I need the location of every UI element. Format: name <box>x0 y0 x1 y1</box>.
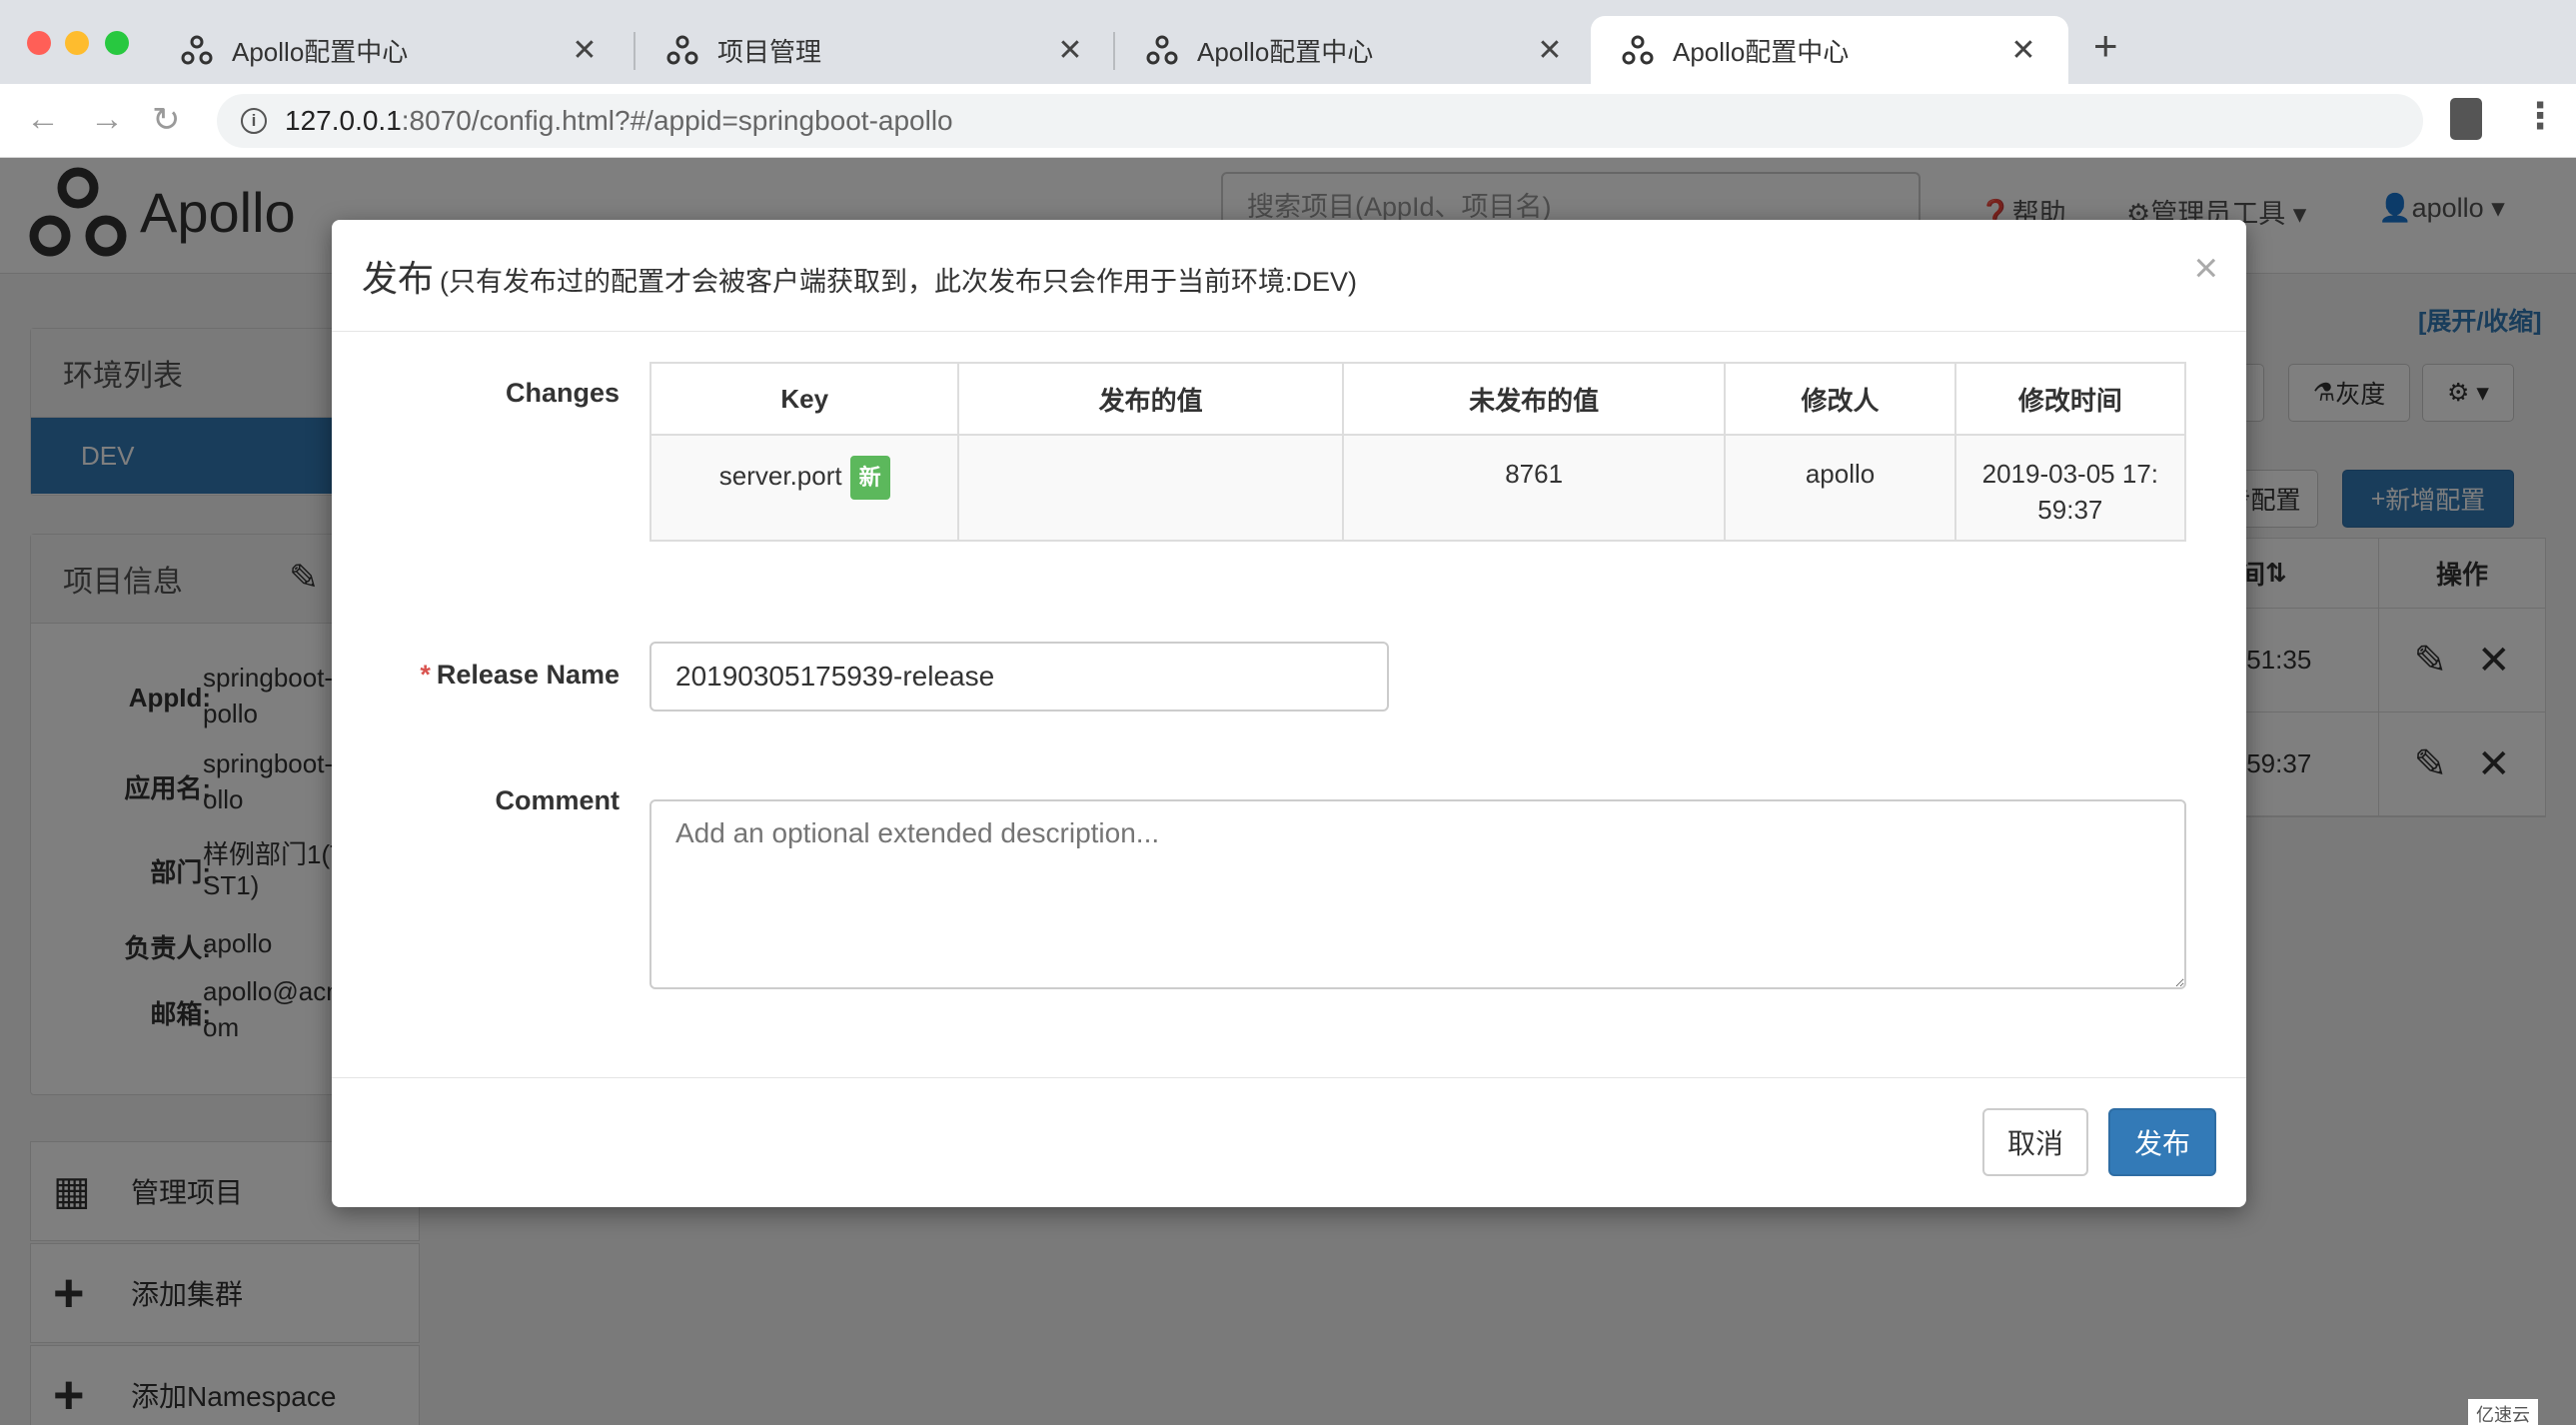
publish-modal: 发布 (只有发布过的配置才会被客户端获取到，此次发布只会作用于当前环境:DEV) … <box>332 220 2246 1207</box>
browser-tab-1[interactable]: Apollo配置中心 ✕ <box>150 16 630 84</box>
cell-key: server.port 新 <box>648 434 960 542</box>
tab-title: Apollo配置中心 <box>232 36 409 67</box>
changes-table: Key 发布的值 未发布的值 修改人 修改时间 server.port 新 876… <box>648 362 2187 542</box>
apollo-favicon-icon <box>1621 33 1655 67</box>
required-mark: * <box>420 660 431 690</box>
release-name-input[interactable]: 20190305175939-release <box>649 642 1389 712</box>
column-unreleased-value: 未发布的值 <box>1341 362 1727 436</box>
new-tab-icon[interactable]: + <box>2093 22 2118 70</box>
cell-modifier: apollo <box>1724 434 1956 542</box>
apollo-favicon-icon <box>665 33 699 67</box>
cell-modified-time: 2019-03-05 17: 59:37 <box>1953 434 2187 542</box>
changes-label: Changes <box>505 378 620 408</box>
browser-tab-2[interactable]: 项目管理 ✕ <box>636 16 1115 84</box>
new-badge: 新 <box>849 456 890 500</box>
clipboard-extension-icon[interactable] <box>2450 98 2482 140</box>
changes-table-header: Key 发布的值 未发布的值 修改人 修改时间 <box>648 362 2187 436</box>
reload-icon[interactable]: ↻ <box>152 100 181 140</box>
modal-footer: 取消 发布 <box>332 1077 2246 1207</box>
browser-menu-icon[interactable]: ⋮ <box>2522 98 2558 134</box>
column-key: Key <box>648 362 960 436</box>
comment-textarea[interactable] <box>649 799 2186 989</box>
table-row: server.port 新 8761 apollo 2019-03-05 17: 5… <box>648 434 2187 542</box>
modal-title-text: 发布 <box>362 258 435 299</box>
forward-arrow-icon[interactable]: → <box>90 100 124 139</box>
cell-released-value <box>957 434 1344 542</box>
column-modified-time: 修改时间 <box>1953 362 2187 436</box>
column-released-value: 发布的值 <box>957 362 1344 436</box>
address-bar[interactable]: i 127.0.0.1:8070/config.html?#/appid=spr… <box>217 94 2423 148</box>
key-text: server.port <box>718 460 842 491</box>
modal-header: 发布 (只有发布过的配置才会被客户端获取到，此次发布只会作用于当前环境:DEV) … <box>332 220 2246 332</box>
time-line-2: 59:37 <box>2037 495 2103 525</box>
close-icon[interactable]: × <box>2193 244 2218 292</box>
close-icon[interactable]: ✕ <box>1055 33 1085 68</box>
modal-title: 发布 (只有发布过的配置才会被客户端获取到，此次发布只会作用于当前环境:DEV) <box>362 250 1357 302</box>
window-close-button[interactable] <box>27 31 51 55</box>
tab-title: 项目管理 <box>717 36 822 67</box>
time-line-1: 2019-03-05 17: <box>1981 459 2159 489</box>
close-icon[interactable]: ✕ <box>570 33 600 68</box>
back-arrow-icon[interactable]: ← <box>26 100 60 139</box>
close-icon[interactable]: ✕ <box>1535 33 1565 68</box>
cancel-button[interactable]: 取消 <box>1982 1108 2088 1176</box>
tab-title: Apollo配置中心 <box>1197 36 1374 67</box>
url-text: 127.0.0.1:8070/config.html?#/appid=sprin… <box>285 105 953 137</box>
release-name-label-text: Release Name <box>436 660 620 690</box>
cell-unreleased-value: 8761 <box>1341 434 1727 542</box>
apollo-favicon-icon <box>1145 33 1179 67</box>
site-info-icon[interactable]: i <box>241 108 267 134</box>
comment-label: Comment <box>495 785 620 815</box>
apollo-favicon-icon <box>180 33 214 67</box>
window-zoom-button[interactable] <box>105 31 129 55</box>
url-host: 127.0.0.1 <box>285 105 402 136</box>
column-modifier: 修改人 <box>1724 362 1956 436</box>
window-minimize-button[interactable] <box>65 31 89 55</box>
browser-tab-3[interactable]: Apollo配置中心 ✕ <box>1115 16 1595 84</box>
browser-tab-bar: Apollo配置中心 ✕ 项目管理 ✕ Apollo配置中心 ✕ Apollo配… <box>0 0 2576 84</box>
publish-button[interactable]: 发布 <box>2108 1108 2216 1176</box>
browser-tab-4-active[interactable]: Apollo配置中心 ✕ <box>1591 16 2068 84</box>
tab-title: Apollo配置中心 <box>1673 36 1850 67</box>
release-name-label: * Release Name <box>382 660 620 691</box>
browser-toolbar: ← → ↻ i 127.0.0.1:8070/config.html?#/app… <box>0 84 2576 158</box>
modal-subtitle: (只有发布过的配置才会被客户端获取到，此次发布只会作用于当前环境:DEV) <box>440 267 1358 297</box>
close-icon[interactable]: ✕ <box>2008 33 2038 68</box>
url-path: :8070/config.html?#/appid=springboot-apo… <box>401 105 953 136</box>
watermark-logo: 亿速云 <box>2468 1399 2538 1425</box>
